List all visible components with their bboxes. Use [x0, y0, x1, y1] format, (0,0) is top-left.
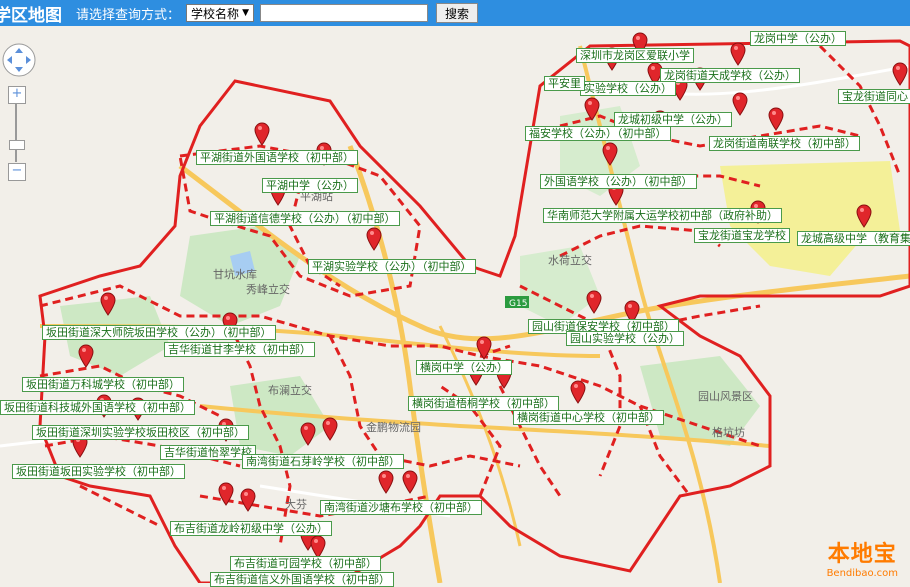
bendibao-logo: 本地宝 Bendibao.com: [827, 536, 898, 579]
map-marker-icon[interactable]: [78, 344, 94, 368]
map-marker-icon[interactable]: [300, 422, 316, 446]
school-label[interactable]: 实验学校（公办）: [580, 81, 676, 96]
school-label[interactable]: 平湖中学（公办）: [262, 178, 358, 193]
map-marker-icon[interactable]: [730, 42, 746, 66]
school-label[interactable]: 南湾街道沙塘布学校（初中部）: [320, 500, 482, 515]
search-button[interactable]: 搜索: [436, 3, 479, 23]
school-label[interactable]: 平湖街道信德学校（公办）（初中部）: [210, 211, 400, 226]
map-marker-icon[interactable]: [476, 336, 492, 360]
school-label[interactable]: 深圳市龙岗区爱联小学: [576, 48, 694, 63]
place-name: 布澜立交: [268, 384, 312, 397]
school-label[interactable]: 南湾街道石芽岭学校（初中部）: [242, 454, 404, 469]
map-marker-icon[interactable]: [218, 482, 234, 506]
school-label[interactable]: 宝龙街道宝龙学校: [694, 228, 790, 243]
place-name: 甘坑水库: [213, 268, 257, 281]
map-canvas[interactable]: G15 平湖站 甘坑水库 秀峰立交 布澜立交 大芬 水荷立交 金鹏物流园 园山风…: [0, 26, 910, 587]
school-label[interactable]: 布吉街道可园学校（初中部）: [230, 556, 381, 571]
school-label[interactable]: 平湖街道外国语学校（初中部）: [196, 150, 358, 165]
school-label[interactable]: 龙城高级中学（教育集团）: [797, 231, 910, 246]
school-label[interactable]: 龙岗街道南联学校（初中部）: [709, 136, 860, 151]
school-label[interactable]: 坂田街道坂田实验学校（初中部）: [12, 464, 185, 479]
map-marker-icon[interactable]: [768, 107, 784, 131]
chevron-down-icon: ▼: [242, 8, 250, 18]
logo-text: 本地宝: [827, 542, 897, 567]
place-name: 秀峰立交: [246, 283, 290, 296]
query-method-value: 学校名称: [191, 6, 240, 21]
map-marker-icon[interactable]: [570, 380, 586, 404]
school-label[interactable]: 龙岗街道天成学校（公办）: [660, 68, 800, 83]
place-name: 园山风景区: [698, 390, 753, 403]
map-marker-icon[interactable]: [892, 62, 908, 86]
map-marker-icon[interactable]: [602, 142, 618, 166]
school-label[interactable]: 外国语学校（公办）（初中部）: [540, 174, 697, 189]
school-label[interactable]: 宝龙街道同心: [838, 89, 910, 104]
school-label[interactable]: 吉华街道甘李学校（初中部）: [164, 342, 315, 357]
school-label[interactable]: 横岗中学（公办）: [416, 360, 512, 375]
map-marker-icon[interactable]: [254, 122, 270, 146]
logo-subtext: Bendibao.com: [826, 568, 898, 579]
school-label[interactable]: 坂田街道深大师院坂田学校（公办）（初中部）: [42, 325, 276, 340]
map-marker-icon[interactable]: [322, 417, 338, 441]
page-title: 学区地图: [0, 5, 62, 26]
school-label[interactable]: 华南师范大学附属大运学校初中部（政府补助）: [543, 208, 782, 223]
school-label[interactable]: 横岗街道中心学校（初中部）: [513, 410, 664, 425]
school-label[interactable]: 平安里: [544, 76, 585, 91]
svg-text:G15: G15: [509, 299, 527, 309]
place-name: 金鹏物流园: [366, 421, 421, 434]
map-marker-icon[interactable]: [586, 290, 602, 314]
query-method-select[interactable]: 学校名称 ▼: [186, 4, 255, 22]
map-marker-icon[interactable]: [100, 292, 116, 316]
school-label[interactable]: 龙城初级中学（公办）: [614, 112, 732, 127]
school-label[interactable]: 福安学校（公办）（初中部）: [525, 126, 671, 141]
school-label[interactable]: 平湖实验学校（公办）（初中部）: [308, 259, 476, 274]
zoom-slider-track[interactable]: [15, 104, 17, 162]
school-label[interactable]: 坂田街道科技城外国语学校（初中部）: [0, 400, 195, 415]
map-marker-icon[interactable]: [402, 470, 418, 494]
query-method-label: 请选择查询方式：: [76, 7, 181, 23]
map-marker-icon[interactable]: [732, 92, 748, 116]
map-marker-icon[interactable]: [378, 470, 394, 494]
school-label[interactable]: 园山实验学校（公办）: [566, 331, 684, 346]
top-toolbar: 学区地图 请选择查询方式： 学校名称 ▼ 搜索: [0, 0, 910, 26]
place-name: 格坑坊: [712, 426, 745, 439]
place-name: 大芬: [285, 498, 307, 511]
pan-control[interactable]: [1, 42, 37, 78]
school-label[interactable]: 布吉街道信义外国语学校（初中部）: [210, 572, 394, 587]
school-label[interactable]: 坂田街道深圳实验学校坂田校区（初中部）: [32, 425, 249, 440]
school-label[interactable]: 龙岗中学（公办）: [750, 31, 846, 46]
map-marker-icon[interactable]: [584, 97, 600, 121]
zoom-out-button[interactable]: −: [8, 163, 26, 181]
map-marker-icon[interactable]: [856, 204, 872, 228]
place-name: 水荷立交: [548, 254, 592, 267]
zoom-in-button[interactable]: +: [8, 86, 26, 104]
school-label[interactable]: 横岗街道梧桐学校（初中部）: [408, 396, 559, 411]
search-input[interactable]: [260, 4, 429, 22]
map-marker-icon[interactable]: [366, 227, 382, 251]
zoom-slider-handle[interactable]: [9, 140, 25, 150]
map-marker-icon[interactable]: [240, 488, 256, 512]
school-label[interactable]: 布吉街道龙岭初级中学（公办）: [170, 521, 332, 536]
school-label[interactable]: 坂田街道万科城学校（初中部）: [22, 377, 184, 392]
